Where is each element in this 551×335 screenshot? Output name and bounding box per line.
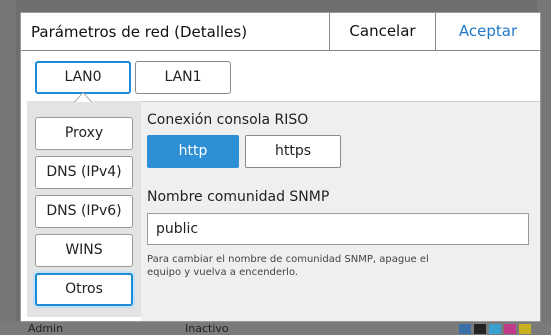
ink-icon — [519, 324, 531, 334]
sidebar-item-proxy[interactable]: Proxy — [35, 117, 133, 150]
snmp-note: Para cambiar el nombre de comunidad SNMP… — [147, 254, 429, 278]
snmp-community-field[interactable]: public — [147, 213, 529, 245]
tab-pointer — [75, 93, 91, 102]
sidebar: Proxy DNS (IPv4) DNS (IPv6) WINS Otros — [27, 101, 141, 317]
tab-lan0[interactable]: LAN0 — [35, 61, 131, 94]
main-panel: Conexión consola RISO http https Nombre … — [141, 101, 540, 321]
sidebar-item-dns-ipv6[interactable]: DNS (IPv6) — [35, 195, 133, 228]
sidebar-item-wins[interactable]: WINS — [35, 234, 133, 267]
background-user-label: Admin — [28, 322, 64, 335]
accept-button[interactable]: Aceptar — [435, 13, 540, 50]
ink-icon — [474, 324, 486, 334]
network-settings-dialog: Parámetros de red (Detalles) Cancelar Ac… — [20, 12, 541, 322]
dialog-titlebar: Parámetros de red (Detalles) Cancelar Ac… — [21, 13, 540, 51]
dialog-title: Parámetros de red (Detalles) — [31, 23, 248, 41]
snmp-community-label: Nombre comunidad SNMP — [147, 189, 330, 205]
https-option-button[interactable]: https — [245, 135, 341, 168]
cancel-button[interactable]: Cancelar — [329, 13, 435, 50]
sidebar-item-dns-ipv4[interactable]: DNS (IPv4) — [35, 156, 133, 189]
riso-console-label: Conexión consola RISO — [147, 112, 309, 128]
background-status-label: Inactivo — [185, 322, 229, 335]
sidebar-item-otros[interactable]: Otros — [35, 273, 133, 306]
tab-lan1[interactable]: LAN1 — [135, 61, 231, 94]
background-left-edge — [0, 0, 16, 335]
background-status-bar: Admin Inactivo — [0, 322, 551, 335]
ink-icon — [459, 324, 471, 334]
ink-icon — [504, 324, 516, 334]
http-option-button[interactable]: http — [147, 135, 239, 168]
background-ink-indicators — [459, 324, 531, 334]
ink-icon — [489, 324, 501, 334]
